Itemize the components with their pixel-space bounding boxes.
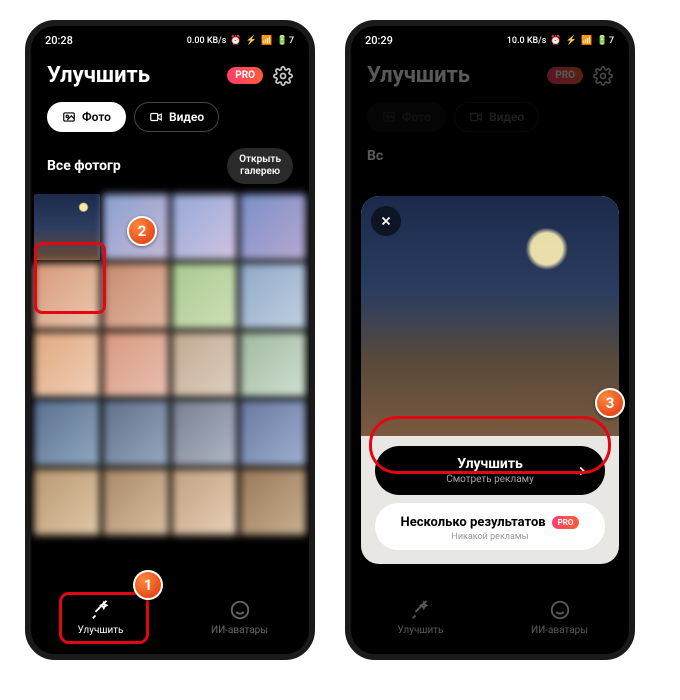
photo-grid: [31, 194, 309, 535]
grid-item[interactable]: [34, 263, 100, 329]
grid-item[interactable]: [240, 469, 306, 535]
status-time: 20:28: [45, 34, 73, 47]
status-right: 10.0 KB/s ⏰ ⚡ 📶 🔋7: [507, 36, 615, 46]
nav-avatars[interactable]: ИИ-аватары: [490, 599, 629, 636]
section-row: Все фотогр Открыть галерею: [31, 142, 309, 194]
grid-item[interactable]: [172, 332, 238, 398]
preview-sheet: Улучшить Смотреть рекламу Несколько резу…: [361, 196, 619, 564]
status-time: 20:29: [365, 34, 393, 47]
pro-badge[interactable]: PRO: [227, 67, 263, 84]
grid-item[interactable]: [240, 263, 306, 329]
multiple-results-button[interactable]: Несколько результатов PRO Никакой реклам…: [375, 503, 605, 550]
status-right: 0.00 KB/s ⏰ ⚡ 📶 🔋7: [187, 36, 295, 46]
wand-icon: [410, 599, 432, 621]
grid-item[interactable]: [34, 194, 100, 260]
grid-item[interactable]: [34, 469, 100, 535]
tabs: Фото Видео: [31, 96, 309, 142]
video-icon: [469, 110, 483, 124]
grid-item[interactable]: [240, 194, 306, 260]
grid-item[interactable]: [34, 400, 100, 466]
callout-1: 1: [133, 570, 163, 600]
video-icon: [149, 110, 163, 124]
sheet-actions: Улучшить Смотреть рекламу Несколько резу…: [361, 436, 619, 564]
bottom-nav: Улучшить ИИ-аватары: [31, 589, 309, 654]
nav-avatars[interactable]: ИИ-аватары: [170, 599, 309, 636]
pro-badge-mini: PRO: [552, 516, 580, 529]
grid-item[interactable]: [103, 263, 169, 329]
tabs: Фото Видео: [351, 96, 629, 142]
tab-video[interactable]: Видео: [134, 102, 219, 132]
smile-icon: [229, 599, 251, 621]
wand-icon: [90, 599, 112, 621]
tab-photo[interactable]: Фото: [367, 102, 446, 132]
open-gallery-button[interactable]: Открыть галерею: [227, 148, 293, 184]
grid-item[interactable]: [172, 194, 238, 260]
nav-enhance[interactable]: Улучшить: [31, 599, 170, 636]
grid-item[interactable]: [172, 400, 238, 466]
grid-item[interactable]: [240, 332, 306, 398]
pro-badge[interactable]: PRO: [547, 67, 583, 84]
grid-item[interactable]: [172, 263, 238, 329]
section-title: Вс: [367, 148, 383, 164]
photo-icon: [62, 110, 76, 124]
page-title: Улучшить: [367, 63, 470, 88]
grid-item[interactable]: [103, 400, 169, 466]
grid-item[interactable]: [240, 400, 306, 466]
phone-left: 20:28 0.00 KB/s ⏰ ⚡ 📶 🔋7 Улучшить PRO Фо…: [25, 20, 315, 660]
nav-enhance[interactable]: Улучшить: [351, 599, 490, 636]
phone-right: 20:29 10.0 KB/s ⏰ ⚡ 📶 🔋7 Улучшить PRO Фо…: [345, 20, 635, 660]
close-icon: [379, 214, 393, 228]
grid-item[interactable]: [172, 469, 238, 535]
status-bar: 20:28 0.00 KB/s ⏰ ⚡ 📶 🔋7: [31, 26, 309, 51]
section-title: Все фотогр: [47, 158, 121, 174]
preview-image: [361, 196, 619, 436]
tab-photo[interactable]: Фото: [47, 102, 126, 132]
grid-item[interactable]: [34, 332, 100, 398]
callout-3: 3: [595, 388, 625, 418]
smile-icon: [549, 599, 571, 621]
section-row: Вс: [351, 142, 629, 174]
callout-2: 2: [127, 216, 157, 246]
grid-item[interactable]: [103, 469, 169, 535]
gear-icon[interactable]: [593, 66, 613, 86]
bottom-nav: Улучшить ИИ-аватары: [351, 589, 629, 654]
grid-item[interactable]: [103, 332, 169, 398]
photo-icon: [382, 110, 396, 124]
close-button[interactable]: [371, 206, 401, 236]
page-title: Улучшить: [47, 63, 150, 88]
status-bar: 20:29 10.0 KB/s ⏰ ⚡ 📶 🔋7: [351, 26, 629, 51]
header: Улучшить PRO: [31, 51, 309, 96]
gear-icon[interactable]: [273, 66, 293, 86]
tab-video[interactable]: Видео: [454, 102, 539, 132]
chevron-right-icon: [575, 464, 589, 478]
enhance-button[interactable]: Улучшить Смотреть рекламу: [375, 446, 605, 495]
header: Улучшить PRO: [351, 51, 629, 96]
